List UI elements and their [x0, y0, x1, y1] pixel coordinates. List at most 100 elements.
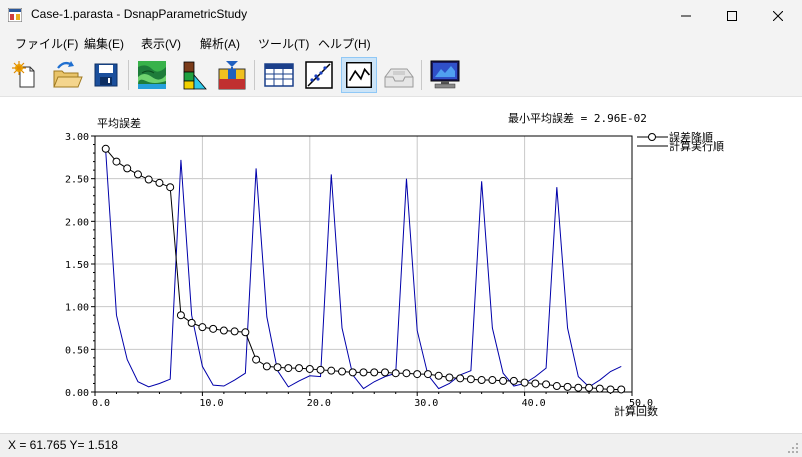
open-button[interactable] — [48, 57, 84, 93]
series-point — [606, 385, 615, 394]
menu-edit[interactable]: 編集(E) — [84, 35, 124, 52]
maximize-icon — [727, 11, 737, 21]
new-button[interactable] — [8, 57, 44, 93]
series-point — [209, 324, 218, 333]
scatter-plot-icon — [305, 61, 333, 89]
series-point — [230, 327, 239, 336]
series-point — [112, 157, 121, 166]
series-point — [585, 383, 594, 392]
series-point — [176, 311, 185, 320]
series-point — [456, 374, 465, 383]
legend-marker — [648, 133, 656, 141]
series-point — [402, 369, 411, 378]
series-point — [574, 383, 583, 392]
series-point — [617, 385, 626, 394]
line-chart-button[interactable] — [341, 57, 377, 93]
series-point — [144, 175, 153, 184]
y-tick-label: 0.50 — [65, 345, 89, 356]
y-tick-label: 1.50 — [65, 260, 89, 271]
table-icon — [264, 63, 294, 87]
series-point — [348, 368, 357, 377]
y-axis-ticks: 0.00 0.50 1.00 1.50 2.00 2.50 3.00 — [65, 132, 95, 399]
x-tick-label: 30.0 — [414, 398, 438, 409]
series-point — [370, 368, 379, 377]
menu-file[interactable]: ファイル(F) — [15, 35, 78, 52]
x-tick-label: 40.0 — [522, 398, 546, 409]
app-icon — [8, 8, 22, 22]
series-point — [542, 380, 551, 389]
color-boxes-button[interactable] — [174, 57, 210, 93]
series-point — [252, 355, 261, 364]
series-point — [391, 369, 400, 378]
table-button[interactable] — [261, 57, 297, 93]
x-tick-label: 0.0 — [92, 398, 110, 409]
series-point — [327, 366, 336, 375]
y-tick-label: 1.00 — [65, 303, 89, 314]
x-tick-label: 10.0 — [199, 398, 223, 409]
menu-view[interactable]: 表示(V) — [141, 35, 181, 52]
series-point — [552, 382, 561, 391]
toolbar-separator — [128, 60, 129, 90]
toolbar-separator — [421, 60, 422, 90]
x-tick-label: 20.0 — [307, 398, 331, 409]
series-point — [305, 364, 314, 373]
menu-tools[interactable]: ツール(T) — [258, 35, 309, 52]
minimize-button[interactable] — [663, 0, 709, 32]
series-point — [466, 375, 475, 384]
series-point — [155, 178, 164, 187]
series-point — [434, 371, 443, 380]
series-point — [380, 368, 389, 377]
status-bar: X = 61.765 Y= 1.518 — [0, 433, 802, 457]
y-tick-label: 2.50 — [65, 175, 89, 186]
open-icon — [53, 61, 83, 88]
series-point — [563, 382, 572, 391]
y-axis-label: 平均誤差 — [97, 116, 141, 130]
series-point — [488, 376, 497, 385]
series-point — [316, 365, 325, 374]
series-point — [187, 318, 196, 327]
series-point — [123, 164, 132, 173]
contour-map-icon — [138, 61, 166, 89]
series-point — [262, 362, 271, 371]
new-icon — [12, 61, 35, 88]
series-point — [273, 363, 282, 372]
title-bar: Case-1.parasta - DsnapParametricStudy — [0, 0, 802, 32]
chart-series — [101, 144, 626, 394]
close-icon — [773, 11, 783, 21]
menu-bar: ファイル(F) 編集(E) 表示(V) 解析(A) ツール(T) ヘルプ(H) — [0, 32, 802, 54]
toolbar-separator — [254, 60, 255, 90]
y-tick-label: 2.00 — [65, 217, 89, 228]
save-button[interactable] — [88, 57, 124, 93]
series-point — [166, 183, 175, 192]
series-point — [477, 376, 486, 385]
menu-help[interactable]: ヘルプ(H) — [318, 35, 371, 52]
series-point — [413, 370, 422, 379]
series-point — [531, 379, 540, 388]
series-point — [198, 323, 207, 332]
model-icon — [218, 61, 246, 90]
menu-analysis[interactable]: 解析(A) — [200, 35, 240, 52]
series-point — [338, 367, 347, 376]
close-button[interactable] — [755, 0, 801, 32]
save-icon — [94, 63, 118, 87]
resize-grip-icon[interactable] — [787, 442, 799, 454]
series-point — [359, 368, 368, 377]
model-button[interactable] — [214, 57, 250, 93]
series-point — [445, 373, 454, 382]
minimize-icon — [681, 15, 691, 17]
tray-button[interactable] — [381, 57, 417, 93]
contour-map-button[interactable] — [134, 57, 170, 93]
scatter-plot-button[interactable] — [301, 57, 337, 93]
series-point — [595, 384, 604, 393]
series-point — [133, 170, 142, 179]
line-chart-icon — [346, 62, 372, 88]
error-chart[interactable]: 0.0 10.0 20.0 30.0 40.0 50.0 0.000.501.001.50… — [0, 97, 802, 432]
series-point — [509, 376, 518, 385]
series-point — [241, 328, 250, 337]
monitor-button[interactable] — [427, 57, 463, 93]
chart-legend: 誤差降順計算実行順 — [637, 130, 724, 153]
maximize-button[interactable] — [709, 0, 755, 32]
y-tick-label: 0.00 — [65, 388, 89, 399]
x-axis-ticks: 0.0 10.0 20.0 30.0 40.0 50.0 — [92, 392, 653, 409]
min-error-annotation: 最小平均誤差 = 2.96E-02 — [508, 111, 647, 125]
